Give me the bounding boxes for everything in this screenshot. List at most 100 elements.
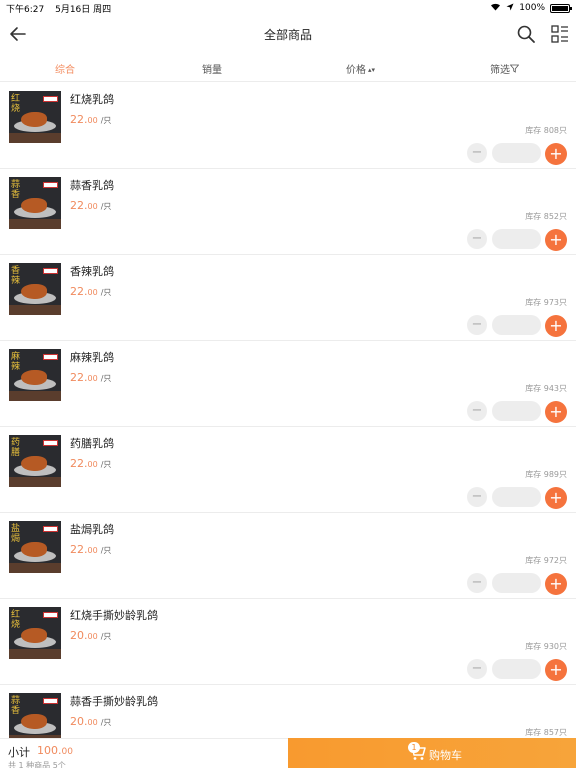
- filter-screen[interactable]: 筛选: [490, 61, 520, 76]
- brand-logo: [43, 182, 58, 188]
- product-image-tag: 香辣: [11, 266, 21, 286]
- product-name[interactable]: 红烧乳鸽: [70, 91, 114, 107]
- increase-button[interactable]: +: [545, 487, 567, 509]
- brand-logo: [43, 698, 58, 704]
- brand-logo: [43, 268, 58, 274]
- increase-button[interactable]: +: [545, 315, 567, 337]
- brand-logo: [43, 96, 58, 102]
- increase-button[interactable]: +: [545, 659, 567, 681]
- quantity-field[interactable]: [492, 315, 541, 335]
- quantity-field[interactable]: [492, 143, 541, 163]
- quantity-field[interactable]: [492, 573, 541, 593]
- table-base: [9, 219, 61, 229]
- cart-button[interactable]: 1 购物车: [288, 738, 576, 768]
- product-name[interactable]: 香辣乳鸽: [70, 263, 114, 279]
- price-unit: /只: [100, 632, 112, 641]
- status-bar: 下午6:27 5月16日 周四 100%: [0, 0, 576, 16]
- product-image[interactable]: 盐焗: [9, 521, 61, 573]
- wifi-icon: [490, 2, 501, 14]
- subtotal-amount: 100.00: [37, 744, 73, 757]
- product-image[interactable]: 蒜香: [9, 693, 61, 738]
- price-int: 22.: [70, 285, 88, 298]
- bottom-bar: 小计 100.00 共 1 种商品 5个 1 购物车: [0, 738, 576, 768]
- filter-sales[interactable]: 销量: [202, 61, 222, 76]
- quantity-field[interactable]: [492, 401, 541, 421]
- subtotal-dec: 00: [61, 747, 73, 757]
- item-count: 共 1 种商品 5个: [8, 761, 66, 768]
- sort-arrows-icon: ▴▾: [368, 66, 376, 74]
- decrease-button[interactable]: −: [467, 401, 487, 421]
- cart-badge: 1: [408, 742, 420, 753]
- search-icon[interactable]: [516, 24, 536, 44]
- grid-list-icon[interactable]: [550, 24, 570, 44]
- product-image[interactable]: 麻辣: [9, 349, 61, 401]
- filter-comprehensive[interactable]: 综合: [55, 61, 75, 76]
- product-row[interactable]: 红烧 红烧手撕妙龄乳鸽 20.00/只 库存 930只 − +: [0, 599, 576, 685]
- status-time: 下午6:27: [6, 5, 45, 15]
- product-name[interactable]: 蒜香乳鸽: [70, 177, 114, 193]
- product-row[interactable]: 蒜香蒜香手撕妙龄乳鸽20.00/只库存 857只−+: [0, 685, 576, 738]
- stock-label: 库存 973只: [525, 298, 567, 307]
- quantity-field[interactable]: [492, 487, 541, 507]
- location-icon: [506, 3, 514, 14]
- brand-logo: [43, 440, 58, 446]
- product-image[interactable]: 红烧: [9, 91, 61, 143]
- product-name[interactable]: 红烧手撕妙龄乳鸽: [70, 607, 158, 623]
- product-name[interactable]: 盐焗乳鸽: [70, 521, 114, 537]
- increase-button[interactable]: +: [545, 401, 567, 423]
- product-image[interactable]: 香辣: [9, 263, 61, 315]
- pigeon-shape: [21, 198, 47, 213]
- filter-sales-label: 销量: [202, 65, 222, 76]
- page-title: 全部商品: [263, 28, 312, 42]
- subtotal-int: 100.: [37, 744, 62, 757]
- product-image-tag: 盐焗: [11, 524, 21, 544]
- stock-label: 库存 972只: [525, 556, 567, 565]
- product-price: 20.00/只: [70, 715, 111, 728]
- product-name[interactable]: 麻辣乳鸽: [70, 349, 114, 365]
- decrease-button[interactable]: −: [467, 487, 487, 507]
- price-unit: /只: [100, 460, 112, 469]
- product-row[interactable]: 药膳 药膳乳鸽 22.00/只 库存 989只 − +: [0, 427, 576, 513]
- product-image[interactable]: 药膳: [9, 435, 61, 487]
- price-unit: /只: [100, 718, 112, 727]
- increase-button[interactable]: +: [545, 573, 567, 595]
- brand-logo: [43, 354, 58, 360]
- battery-icon: [550, 3, 572, 13]
- price-int: 20.: [70, 715, 88, 728]
- status-left: 下午6:27 5月16日 周四: [6, 2, 119, 15]
- product-row[interactable]: 蒜香 蒜香乳鸽 22.00/只 库存 852只 − +: [0, 169, 576, 255]
- quantity-field[interactable]: [492, 659, 541, 679]
- price-unit: /只: [100, 202, 112, 211]
- product-row[interactable]: 红烧 红烧乳鸽 22.00/只 库存 808只 − +: [0, 83, 576, 169]
- product-price: 22.00/只: [70, 543, 111, 556]
- price-unit: /只: [100, 374, 112, 383]
- nav-bar: 全部商品: [0, 16, 576, 52]
- product-name[interactable]: 蒜香手撕妙龄乳鸽: [70, 693, 158, 709]
- product-image-tag: 蒜香: [11, 696, 21, 716]
- product-image[interactable]: 蒜香: [9, 177, 61, 229]
- subtotal-label: 小计: [8, 746, 30, 759]
- filter-comprehensive-label: 综合: [55, 65, 75, 76]
- decrease-button[interactable]: −: [467, 143, 487, 163]
- quantity-field[interactable]: [492, 229, 541, 249]
- product-name[interactable]: 药膳乳鸽: [70, 435, 114, 451]
- battery-percent: 100%: [519, 3, 545, 13]
- decrease-button[interactable]: −: [467, 573, 487, 593]
- filter-screen-label: 筛选: [490, 65, 510, 76]
- table-base: [9, 305, 61, 315]
- product-row[interactable]: 香辣 香辣乳鸽 22.00/只 库存 973只 − +: [0, 255, 576, 341]
- product-row[interactable]: 盐焗 盐焗乳鸽 22.00/只库存 972只 − +: [0, 513, 576, 599]
- product-price: 20.00/只: [70, 629, 111, 642]
- price-dec: 00: [87, 460, 98, 469]
- product-price: 22.00/只: [70, 113, 111, 126]
- increase-button[interactable]: +: [545, 229, 567, 251]
- product-row[interactable]: 麻辣 麻辣乳鸽 22.00/只 库存 943只 − +: [0, 341, 576, 427]
- decrease-button[interactable]: −: [467, 315, 487, 335]
- decrease-button[interactable]: −: [467, 659, 487, 679]
- filter-price[interactable]: 价格 ▴▾: [346, 61, 375, 76]
- product-image[interactable]: 红烧: [9, 607, 61, 659]
- decrease-button[interactable]: −: [467, 229, 487, 249]
- increase-button[interactable]: +: [545, 143, 567, 165]
- price-unit: /只: [100, 116, 112, 125]
- product-image-tag: 红烧: [11, 610, 21, 630]
